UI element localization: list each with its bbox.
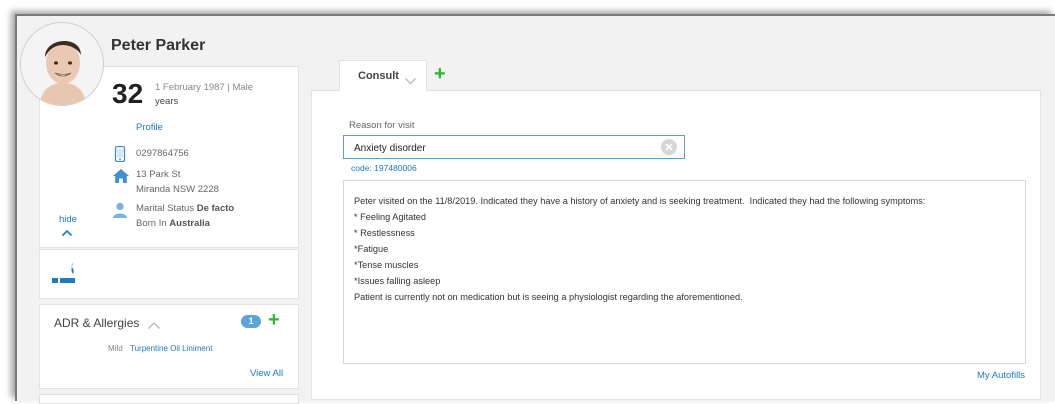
adr-severity: Mild bbox=[108, 344, 123, 353]
notes-line: Peter visited on the 11/8/2019. Indicate… bbox=[354, 196, 926, 206]
notes-line: *Fatigue bbox=[354, 244, 389, 254]
notes-line: Patient is currently not on medication b… bbox=[354, 292, 743, 302]
address-line-2: Miranda NSW 2228 bbox=[136, 184, 219, 195]
patient-name: Peter Parker bbox=[111, 37, 206, 54]
person-icon bbox=[112, 202, 128, 218]
consult-notes-textarea[interactable]: Peter visited on the 11/8/2019. Indicate… bbox=[343, 180, 1026, 364]
patient-avatar bbox=[20, 22, 104, 106]
patient-phone: 0297864756 bbox=[136, 148, 189, 159]
marital-status-row: Marital Status De facto bbox=[136, 201, 234, 216]
patient-age-unit: years bbox=[155, 96, 179, 107]
patient-address: 13 Park St Miranda NSW 2228 bbox=[136, 167, 219, 197]
reason-for-visit-label: Reason for visit bbox=[349, 120, 415, 131]
tab-consult-label: Consult bbox=[358, 70, 399, 82]
plus-icon[interactable]: + bbox=[268, 310, 280, 330]
adr-count-badge: 1 bbox=[241, 315, 261, 328]
tobacco-icon bbox=[52, 263, 78, 290]
chevron-down-icon[interactable] bbox=[404, 72, 417, 90]
born-in-row: Born In Australia bbox=[136, 216, 234, 231]
home-icon bbox=[112, 168, 129, 184]
my-autofills-link[interactable]: My Autofills bbox=[977, 370, 1025, 381]
marital-label: Marital Status bbox=[136, 203, 195, 214]
adr-item-link[interactable]: Turpentine Oil Liniment bbox=[130, 344, 212, 353]
patient-dob-gender: 1 February 1987 | Male bbox=[155, 82, 254, 93]
patient-age: 32 bbox=[112, 78, 144, 109]
born-value: Australia bbox=[169, 218, 210, 229]
adr-allergies-title: ADR & Allergies bbox=[54, 316, 140, 330]
marital-value: De facto bbox=[196, 203, 235, 214]
born-label: Born In bbox=[136, 218, 167, 229]
chevron-up-icon[interactable] bbox=[61, 224, 73, 242]
profile-link[interactable]: Profile bbox=[136, 122, 163, 133]
patient-demographics: Marital Status De facto Born In Australi… bbox=[136, 201, 234, 231]
mobile-phone-icon bbox=[112, 145, 128, 163]
view-all-link[interactable]: View All bbox=[250, 368, 283, 379]
plus-icon[interactable]: + bbox=[434, 64, 446, 84]
notes-line: *Issues falling asleep bbox=[354, 276, 441, 286]
snomed-code-link[interactable]: code: 197480006 bbox=[351, 163, 417, 173]
social-history-card bbox=[39, 249, 299, 299]
clear-icon[interactable] bbox=[661, 139, 677, 155]
chevron-up-icon[interactable] bbox=[147, 317, 161, 335]
reason-for-visit-input[interactable]: Anxiety disorder bbox=[343, 135, 685, 159]
notes-line: * Feeling Agitated bbox=[354, 212, 427, 222]
next-card bbox=[39, 394, 299, 404]
notes-line: *Tense muscles bbox=[354, 260, 419, 270]
address-line-1: 13 Park St bbox=[136, 169, 181, 180]
notes-line: * Restlessness bbox=[354, 228, 415, 238]
